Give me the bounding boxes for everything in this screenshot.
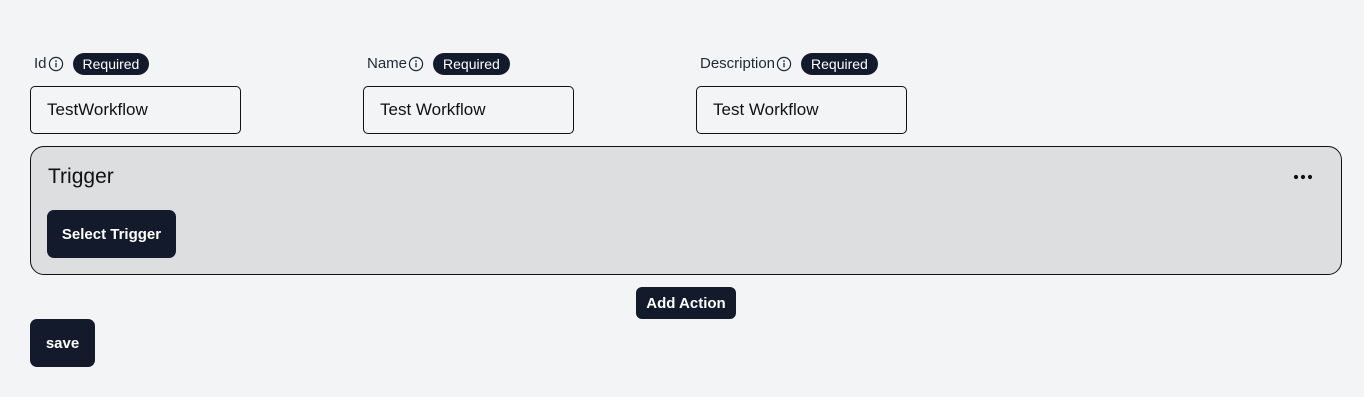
info-icon[interactable]: [408, 56, 424, 72]
description-field: Description Required: [696, 53, 912, 134]
required-badge: Required: [72, 53, 150, 75]
description-label-row: Description Required: [700, 53, 912, 75]
name-label: Name: [367, 55, 408, 72]
info-icon[interactable]: [48, 56, 64, 72]
description-label: Description: [700, 55, 776, 72]
more-horizontal-icon: [1293, 174, 1313, 180]
more-options-button[interactable]: [1291, 165, 1315, 189]
info-icon[interactable]: [776, 56, 792, 72]
id-field: Id Required: [30, 53, 246, 134]
id-label-row: Id Required: [34, 53, 246, 75]
description-input[interactable]: [696, 86, 907, 134]
trigger-title: Trigger: [48, 165, 114, 188]
save-button[interactable]: save: [30, 319, 95, 367]
name-input[interactable]: [363, 86, 574, 134]
name-field: Name Required: [363, 53, 579, 134]
id-input[interactable]: [30, 86, 241, 134]
id-label: Id: [34, 55, 47, 72]
required-badge: Required: [801, 53, 878, 75]
select-trigger-button[interactable]: Select Trigger: [47, 210, 176, 258]
required-badge: Required: [433, 53, 510, 75]
add-action-button[interactable]: Add Action: [636, 287, 736, 319]
name-label-row: Name Required: [367, 53, 579, 75]
trigger-card: Trigger Select Trigger: [30, 146, 1342, 275]
